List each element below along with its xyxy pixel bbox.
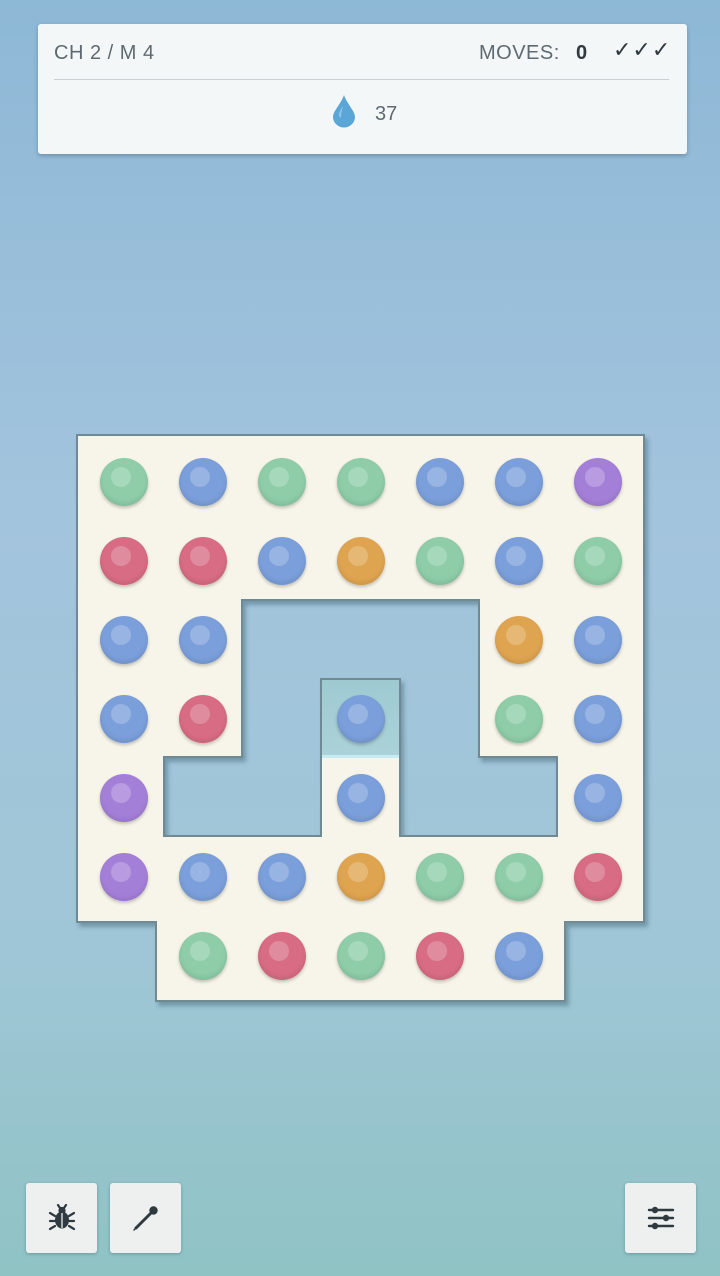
blue-dot[interactable] <box>258 537 306 585</box>
pin-icon <box>132 1206 158 1231</box>
green-dot[interactable] <box>258 458 306 506</box>
blue-dot[interactable] <box>179 616 227 664</box>
moves-label: MOVES: <box>479 42 560 64</box>
blue-dot[interactable] <box>179 853 227 901</box>
green-dot[interactable] <box>100 458 148 506</box>
green-dot[interactable] <box>495 695 543 743</box>
blue-dot[interactable] <box>574 616 622 664</box>
red-dot[interactable] <box>416 932 464 980</box>
purple-dot[interactable] <box>100 774 148 822</box>
orange-dot[interactable] <box>495 616 543 664</box>
orange-dot[interactable] <box>337 853 385 901</box>
blue-dot[interactable] <box>574 774 622 822</box>
star-checkmarks: ✓✓✓ <box>613 38 672 63</box>
water-drop-icon <box>333 95 355 128</box>
green-dot[interactable] <box>179 932 227 980</box>
blue-dot[interactable] <box>574 695 622 743</box>
sliders-icon <box>647 1206 674 1230</box>
red-dot[interactable] <box>258 932 306 980</box>
level-label: CH 2 / M 4 <box>54 42 155 64</box>
red-dot[interactable] <box>100 537 148 585</box>
green-dot[interactable] <box>574 537 622 585</box>
blue-dot[interactable] <box>179 458 227 506</box>
blue-dot[interactable] <box>258 853 306 901</box>
green-dot[interactable] <box>416 537 464 585</box>
purple-dot[interactable] <box>100 853 148 901</box>
blue-dot[interactable] <box>416 458 464 506</box>
green-dot[interactable] <box>337 458 385 506</box>
blue-dot[interactable] <box>100 695 148 743</box>
bug-report-button[interactable] <box>26 1183 97 1253</box>
header-divider <box>54 79 669 80</box>
red-dot[interactable] <box>179 695 227 743</box>
bug-icon <box>48 1204 75 1231</box>
selected-blue-dot[interactable] <box>337 695 385 743</box>
settings-button[interactable] <box>625 1183 696 1253</box>
blue-dot[interactable] <box>337 774 385 822</box>
orange-dot[interactable] <box>337 537 385 585</box>
pin-tool-button[interactable] <box>110 1183 181 1253</box>
red-dot[interactable] <box>574 853 622 901</box>
green-dot[interactable] <box>416 853 464 901</box>
purple-dot[interactable] <box>574 458 622 506</box>
green-dot[interactable] <box>337 932 385 980</box>
blue-dot[interactable] <box>495 458 543 506</box>
moves-count: 0 <box>576 42 588 64</box>
level-header: CH 2 / M 4 MOVES: 0 ✓✓✓ 37 <box>38 24 687 154</box>
drops-count: 37 <box>375 103 398 125</box>
blue-dot[interactable] <box>495 537 543 585</box>
blue-dot[interactable] <box>100 616 148 664</box>
green-dot[interactable] <box>495 853 543 901</box>
blue-dot[interactable] <box>495 932 543 980</box>
red-dot[interactable] <box>179 537 227 585</box>
